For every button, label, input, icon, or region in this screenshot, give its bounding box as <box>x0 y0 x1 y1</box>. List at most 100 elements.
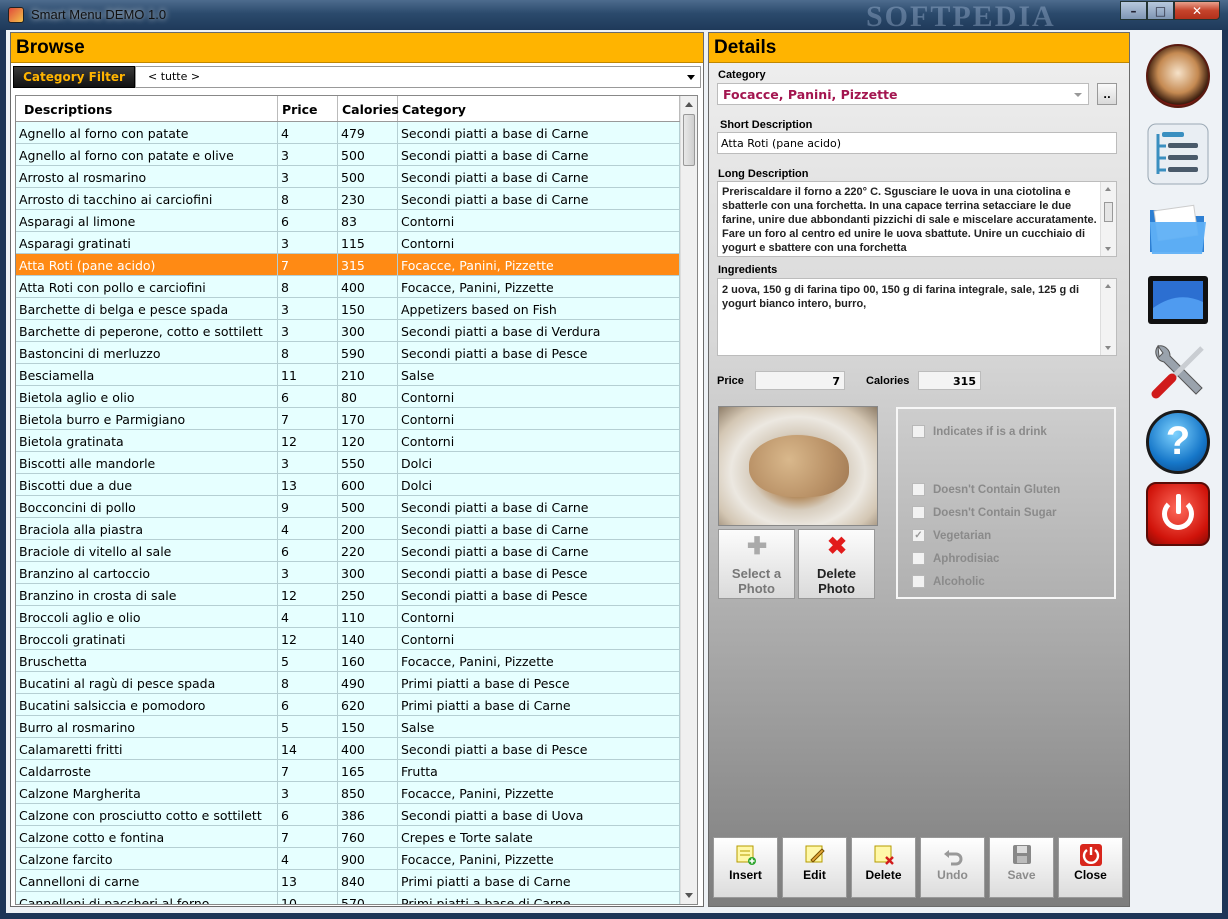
chevron-down-icon[interactable] <box>687 75 695 80</box>
short-description-input[interactable]: Atta Roti (pane acido) <box>717 132 1117 154</box>
table-row[interactable]: Biscotti alle mandorle 3 550 Dolci <box>16 452 680 474</box>
maximize-button[interactable]: □ <box>1147 1 1174 20</box>
undo-button[interactable]: Undo <box>920 837 985 898</box>
column-header-descriptions[interactable]: Descriptions <box>16 96 278 121</box>
checkbox-box[interactable] <box>912 575 925 588</box>
scroll-up-icon[interactable] <box>1105 284 1111 288</box>
delete-button[interactable]: Delete <box>851 837 916 898</box>
category-combo[interactable]: Focacce, Panini, Pizzette <box>717 83 1089 105</box>
table-row[interactable]: Calzone con prosciutto cotto e sottilett… <box>16 804 680 826</box>
edit-button[interactable]: Edit <box>782 837 847 898</box>
tools-icon[interactable] <box>1146 340 1210 404</box>
table-row[interactable]: Caldarroste 7 165 Frutta <box>16 760 680 782</box>
list-icon[interactable] <box>1146 122 1210 186</box>
folder-icon[interactable] <box>1146 196 1210 260</box>
scroll-thumb[interactable] <box>683 114 695 166</box>
price-input[interactable]: 7 <box>755 371 845 390</box>
table-row[interactable]: Calzone cotto e fontina 7 760 Crepes e Tort… <box>16 826 680 848</box>
table-row[interactable]: Bucatini salsiccia e pomodoro 6 620 Primi p… <box>16 694 680 716</box>
table-row[interactable]: Asparagi al limone 6 83 Contorni <box>16 210 680 232</box>
table-row[interactable]: Branzino al cartoccio 3 300 Secondi piatti … <box>16 562 680 584</box>
table-row[interactable]: Branzino in crosta di sale 12 250 Secondi p… <box>16 584 680 606</box>
save-label: Save <box>1007 868 1036 882</box>
chevron-down-icon[interactable] <box>1074 93 1082 97</box>
scroll-up-icon[interactable] <box>685 102 693 107</box>
cell-description: Cannelloni di carne <box>16 870 278 891</box>
table-row[interactable]: Barchette di belga e pesce spada 3 150 Appe… <box>16 298 680 320</box>
checkbox-box[interactable] <box>912 552 925 565</box>
table-row[interactable]: Cannelloni di paccheri al forno 10 570 Prim… <box>16 892 680 904</box>
vegetarian-checkbox[interactable]: ✓ Vegetarian <box>912 529 991 542</box>
table-row[interactable]: Arrosto al rosmarino 3 500 Secondi piatti a… <box>16 166 680 188</box>
table-row[interactable]: Barchette di peperone, cotto e sottilett… <box>16 320 680 342</box>
cell-category: Appetizers based on Fish <box>398 298 680 319</box>
table-row[interactable]: Atta Roti con pollo e carciofini 8 400 Foca… <box>16 276 680 298</box>
drink-checkbox[interactable]: Indicates if is a drink <box>912 425 1047 438</box>
aphrodisiac-checkbox[interactable]: Aphrodisiac <box>912 552 999 565</box>
category-filter-select[interactable]: < tutte > <box>135 66 701 88</box>
table-row[interactable]: Agnello al forno con patate e olive 3 500 S… <box>16 144 680 166</box>
table-row[interactable]: Bietola burro e Parmigiano 7 170 Contorni <box>16 408 680 430</box>
save-button[interactable]: Save <box>989 837 1054 898</box>
column-header-category[interactable]: Category <box>398 96 680 121</box>
cell-description: Bucatini salsiccia e pomodoro <box>16 694 278 715</box>
table-row[interactable]: Broccoli gratinati 12 140 Contorni <box>16 628 680 650</box>
table-row[interactable]: Braciole di vitello al sale 6 220 Secondi p… <box>16 540 680 562</box>
table-row[interactable]: Bietola aglio e olio 6 80 Contorni <box>16 386 680 408</box>
minimize-button[interactable]: – <box>1120 1 1147 20</box>
cell-price: 6 <box>278 386 338 407</box>
checkbox-box[interactable] <box>912 506 925 519</box>
close-window-button[interactable]: ✕ <box>1174 1 1220 20</box>
table-row[interactable]: Bastoncini di merluzzo 8 590 Secondi piatti… <box>16 342 680 364</box>
table-row[interactable]: Agnello al forno con patate 4 479 Secondi p… <box>16 122 680 144</box>
scroll-up-icon[interactable] <box>1105 187 1111 191</box>
table-row[interactable]: Arrosto di tacchino ai carciofini 8 230 Sec… <box>16 188 680 210</box>
ingredients-scrollbar[interactable] <box>1100 279 1116 355</box>
table-row[interactable]: Bucatini al ragù di pesce spada 8 490 Primi… <box>16 672 680 694</box>
scroll-down-icon[interactable] <box>1105 346 1111 350</box>
alcoholic-checkbox[interactable]: Alcoholic <box>912 575 985 588</box>
cell-price: 4 <box>278 848 338 869</box>
table-row[interactable]: Burro al rosmarino 5 150 Salse <box>16 716 680 738</box>
cell-price: 12 <box>278 584 338 605</box>
ingredients-textarea[interactable]: 2 uova, 150 g di farina tipo 00, 150 g d… <box>717 278 1117 356</box>
window-controls: – □ ✕ <box>1120 1 1220 21</box>
close-button[interactable]: Close <box>1058 837 1123 898</box>
table-row[interactable]: Besciamella 11 210 Salse <box>16 364 680 386</box>
home-icon[interactable] <box>1146 44 1210 108</box>
scroll-thumb[interactable] <box>1104 202 1113 222</box>
table-row[interactable]: Cannelloni di carne 13 840 Primi piatti a b… <box>16 870 680 892</box>
column-header-price[interactable]: Price <box>278 96 338 121</box>
calories-input[interactable]: 315 <box>918 371 981 390</box>
table-row[interactable]: Calzone Margherita 3 850 Focacce, Panini, P… <box>16 782 680 804</box>
table-row[interactable]: Bocconcini di pollo 9 500 Secondi piatti a … <box>16 496 680 518</box>
scroll-down-icon[interactable] <box>685 893 693 898</box>
table-scrollbar[interactable] <box>680 96 697 904</box>
table-row[interactable]: Braciola alla piastra 4 200 Secondi piatti … <box>16 518 680 540</box>
checkmark-icon[interactable]: ✓ <box>912 529 925 542</box>
long-description-scrollbar[interactable] <box>1100 182 1116 256</box>
category-browse-button[interactable]: .. <box>1097 83 1117 105</box>
gluten-free-checkbox[interactable]: Doesn't Contain Gluten <box>912 483 1060 496</box>
sugar-free-checkbox[interactable]: Doesn't Contain Sugar <box>912 506 1057 519</box>
help-icon[interactable]: ? <box>1146 410 1210 474</box>
table-row-selected[interactable]: Atta Roti (pane acido) 7 315 Focacce, Panin… <box>16 254 680 276</box>
delete-photo-button[interactable]: ✖ Delete Photo <box>798 529 875 599</box>
monitor-icon[interactable] <box>1146 268 1210 332</box>
select-photo-button[interactable]: ✚ Select a Photo <box>718 529 795 599</box>
cell-calories: 590 <box>338 342 398 363</box>
table-row[interactable]: Bietola gratinata 12 120 Contorni <box>16 430 680 452</box>
checkbox-box[interactable] <box>912 425 925 438</box>
scroll-down-icon[interactable] <box>1105 247 1111 251</box>
checkbox-box[interactable] <box>912 483 925 496</box>
table-row[interactable]: Calamaretti fritti 14 400 Secondi piatti a … <box>16 738 680 760</box>
table-row[interactable]: Asparagi gratinati 3 115 Contorni <box>16 232 680 254</box>
table-row[interactable]: Biscotti due a due 13 600 Dolci <box>16 474 680 496</box>
insert-button[interactable]: Insert <box>713 837 778 898</box>
table-row[interactable]: Calzone farcito 4 900 Focacce, Panini, Pizz… <box>16 848 680 870</box>
long-description-textarea[interactable]: Preriscaldare il forno a 220° C. Sguscia… <box>717 181 1117 257</box>
power-icon[interactable] <box>1146 482 1210 546</box>
table-row[interactable]: Bruschetta 5 160 Focacce, Panini, Pizzette <box>16 650 680 672</box>
column-header-calories[interactable]: Calories <box>338 96 399 121</box>
table-row[interactable]: Broccoli aglio e olio 4 110 Contorni <box>16 606 680 628</box>
